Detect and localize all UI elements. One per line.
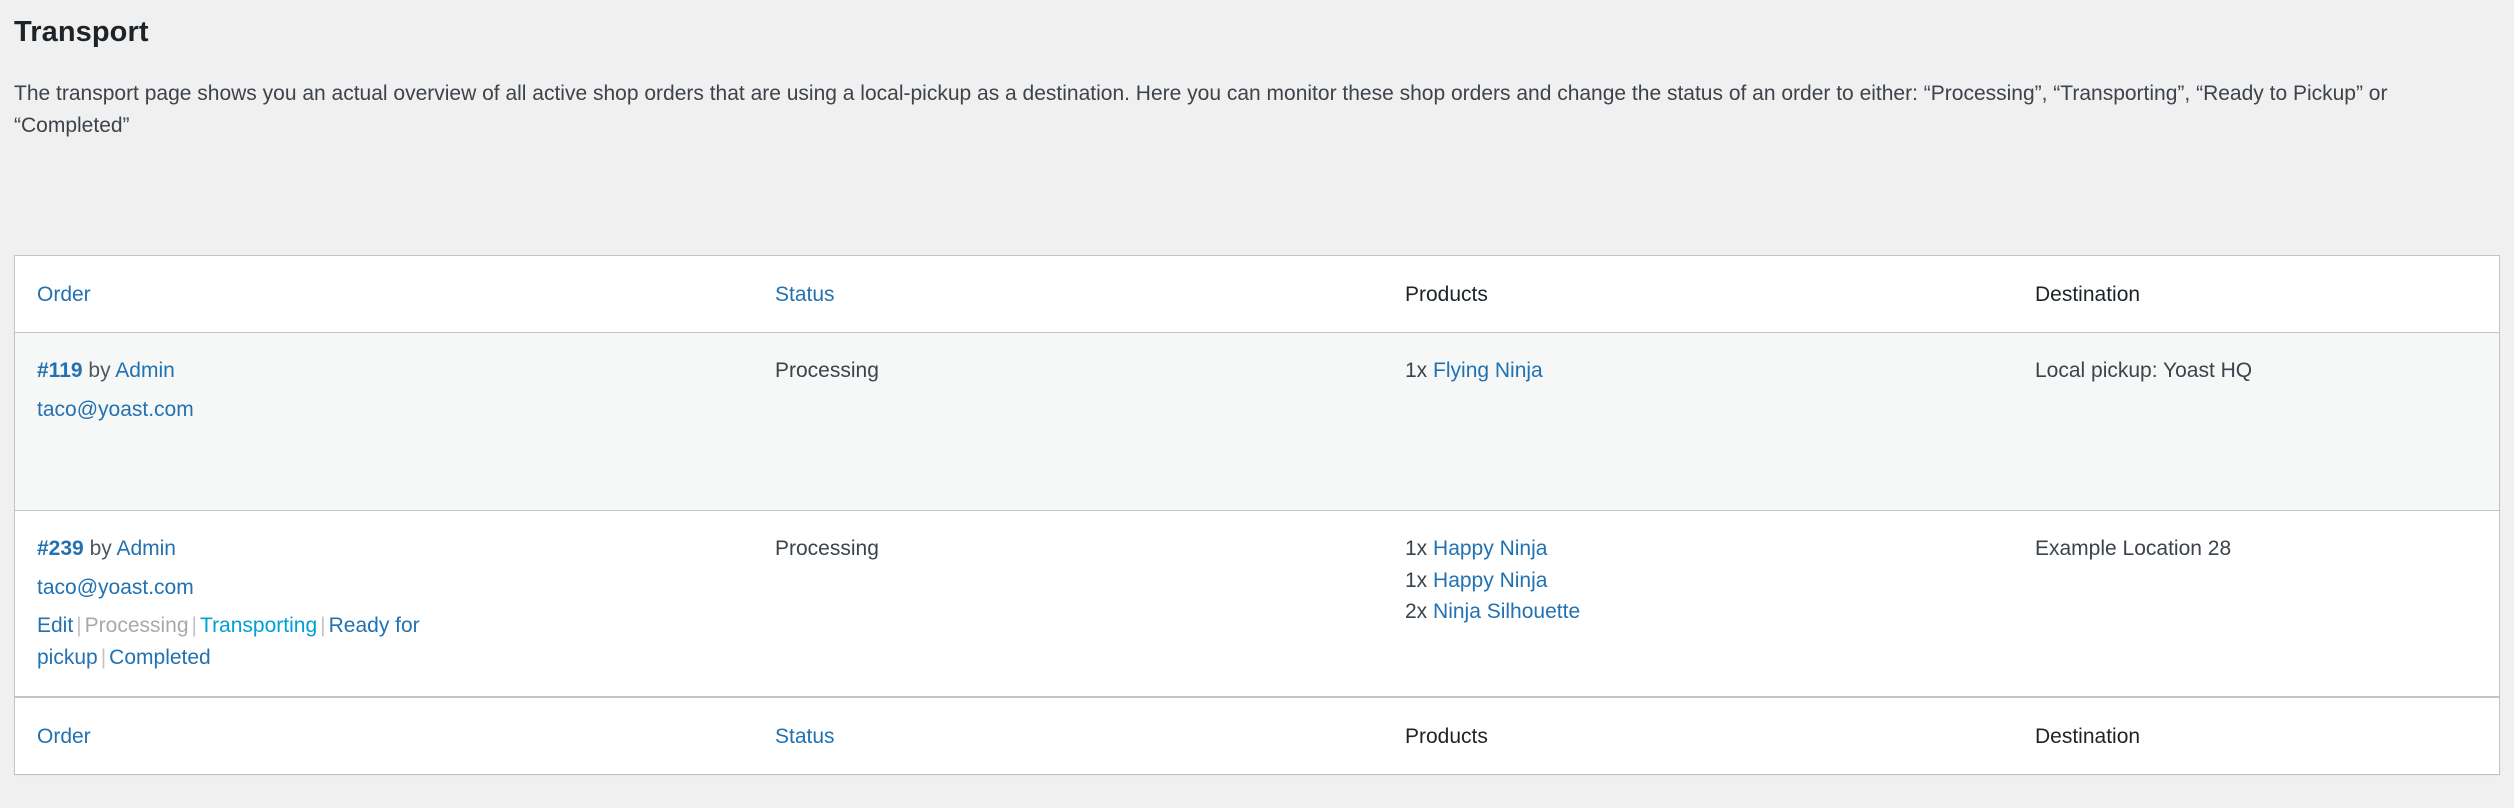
row-action-completed[interactable]: Completed [109, 646, 211, 669]
status-cell: Processing [775, 511, 1405, 697]
column-header-products: Products [1405, 256, 2035, 333]
table-header: Order Status Products Destination [15, 256, 2499, 333]
product-line-item: 1x Happy Ninja [1405, 533, 2035, 565]
sort-link-order[interactable]: Order [37, 283, 91, 306]
product-name-link[interactable]: Flying Ninja [1433, 359, 1543, 382]
order-by-label: by [88, 359, 110, 382]
page-title: Transport [0, 0, 2514, 52]
product-name-link[interactable]: Ninja Silhouette [1433, 600, 1580, 623]
products-cell: 1x Flying Ninja [1405, 333, 2035, 511]
column-label-destination: Destination [2035, 283, 2140, 306]
row-action-edit[interactable]: Edit [37, 614, 73, 637]
order-author-link[interactable]: Admin [115, 359, 175, 382]
order-identity: #119 by Admin [37, 355, 775, 387]
row-action-separator: | [73, 614, 84, 637]
order-cell: #119 by Admin taco@yoast.com [15, 333, 775, 511]
status-text: Processing [775, 359, 879, 382]
footer-column-header-destination: Destination [2035, 697, 2499, 774]
table-row: #119 by Admin taco@yoast.com Processing … [15, 333, 2499, 511]
table-footer-row: Order Status Products Destination [15, 697, 2499, 774]
product-quantity: 2x [1405, 600, 1427, 623]
order-email-link[interactable]: taco@yoast.com [37, 394, 194, 426]
sort-link-status-footer[interactable]: Status [775, 725, 835, 748]
column-header-order[interactable]: Order [15, 256, 775, 333]
table-header-row: Order Status Products Destination [15, 256, 2499, 333]
transport-orders-table: Order Status Products Destination [14, 255, 2500, 775]
order-number-link[interactable]: #119 [37, 359, 83, 382]
row-action-separator: | [317, 614, 328, 637]
destination-cell: Example Location 28 [2035, 511, 2499, 697]
product-name-link[interactable]: Happy Ninja [1433, 537, 1547, 560]
footer-column-header-products: Products [1405, 697, 2035, 774]
status-text: Processing [775, 537, 879, 560]
footer-column-header-order[interactable]: Order [15, 697, 775, 774]
destination-text: Example Location 28 [2035, 537, 2231, 560]
order-email-link[interactable]: taco@yoast.com [37, 572, 194, 604]
order-number-link[interactable]: #239 [37, 537, 84, 560]
destination-cell: Local pickup: Yoast HQ [2035, 333, 2499, 511]
product-quantity: 1x [1405, 537, 1427, 560]
product-quantity: 1x [1405, 569, 1427, 592]
table-body: #119 by Admin taco@yoast.com Processing … [15, 333, 2499, 697]
table-row: #239 by Admin taco@yoast.com Edit|Proces… [15, 511, 2499, 697]
sort-link-status[interactable]: Status [775, 283, 835, 306]
footer-column-header-status[interactable]: Status [775, 697, 1405, 774]
order-cell: #239 by Admin taco@yoast.com Edit|Proces… [15, 511, 775, 697]
orders-table-container: Order Status Products Destination [14, 255, 2500, 775]
status-cell: Processing [775, 333, 1405, 511]
product-name-link[interactable]: Happy Ninja [1433, 569, 1547, 592]
sort-link-order-footer[interactable]: Order [37, 725, 91, 748]
order-by-label: by [90, 537, 112, 560]
footer-column-label-products: Products [1405, 725, 1488, 748]
transport-page: Transport The transport page shows you a… [0, 0, 2514, 808]
product-line-item: 1x Happy Ninja [1405, 565, 2035, 597]
row-action-separator: | [98, 646, 109, 669]
column-header-destination: Destination [2035, 256, 2499, 333]
column-header-status[interactable]: Status [775, 256, 1405, 333]
order-identity: #239 by Admin [37, 533, 775, 565]
row-action-processing: Processing [85, 614, 189, 637]
product-line-item: 1x Flying Ninja [1405, 355, 2035, 387]
products-cell: 1x Happy Ninja 1x Happy Ninja 2x Ninja S… [1405, 511, 2035, 697]
order-author-link[interactable]: Admin [116, 537, 176, 560]
product-quantity: 1x [1405, 359, 1427, 382]
product-line-item: 2x Ninja Silhouette [1405, 596, 2035, 628]
destination-text: Local pickup: Yoast HQ [2035, 359, 2252, 382]
table-footer: Order Status Products Destination [15, 697, 2499, 774]
row-actions: Edit|Processing|Transporting|Ready for p… [37, 610, 467, 674]
row-action-transporting[interactable]: Transporting [200, 614, 317, 637]
footer-column-label-destination: Destination [2035, 725, 2140, 748]
row-action-separator: | [189, 614, 200, 637]
column-label-products: Products [1405, 283, 1488, 306]
page-description: The transport page shows you an actual o… [0, 52, 2514, 143]
